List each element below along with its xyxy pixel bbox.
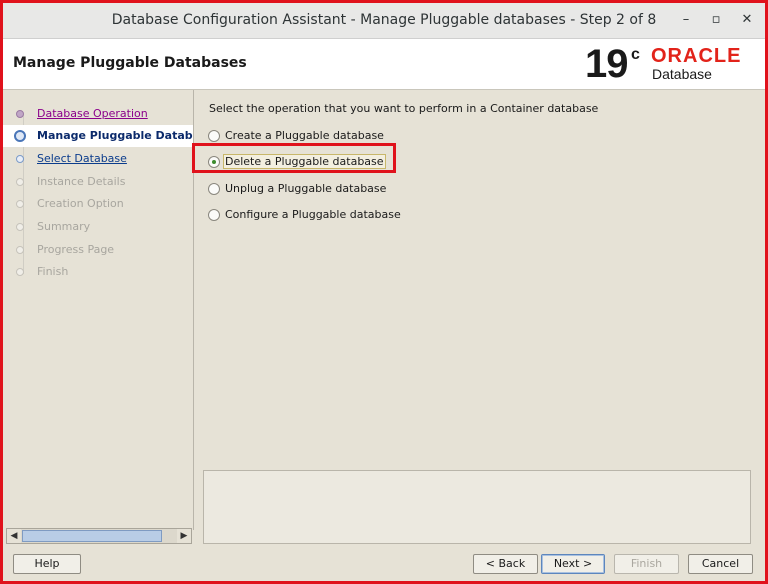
step-disabled-icon — [16, 178, 24, 186]
wizard-steps-nav: Database Operation Manage Pluggable Data… — [3, 90, 194, 530]
oracle-logo-brand: ORACLE — [651, 45, 742, 67]
scroll-right-icon[interactable]: ▶ — [177, 529, 191, 543]
oracle-logo-suffix: c — [631, 46, 640, 63]
step-label: Manage Pluggable Databases — [37, 129, 193, 142]
nav-horizontal-scrollbar[interactable]: ◀ ▶ — [6, 528, 192, 544]
scrollbar-thumb[interactable] — [22, 530, 162, 542]
step-label: Progress Page — [37, 243, 115, 256]
step-disabled-icon — [16, 246, 24, 254]
step-label: Select Database — [37, 152, 127, 165]
help-button[interactable]: Help — [13, 554, 81, 574]
step-select-database[interactable]: Select Database — [3, 148, 193, 170]
radio-button[interactable] — [208, 209, 220, 221]
minimize-icon[interactable]: – — [675, 9, 697, 31]
step-summary: Summary — [3, 216, 193, 238]
option-label: Unplug a Pluggable database — [225, 182, 387, 195]
message-area — [203, 470, 751, 544]
step-label: Finish — [37, 265, 69, 278]
maximize-icon[interactable]: ▫ — [705, 9, 727, 31]
window-title: Database Configuration Assistant - Manag… — [111, 12, 657, 28]
close-icon[interactable]: ✕ — [736, 9, 758, 31]
option-label: Create a Pluggable database — [225, 129, 384, 142]
title-bar: Database Configuration Assistant - Manag… — [3, 3, 765, 39]
step-done-icon — [16, 110, 24, 118]
option-label: Configure a Pluggable database — [225, 208, 401, 221]
step-progress-page: Progress Page — [3, 239, 193, 261]
step-label: Database Operation — [37, 107, 148, 120]
step-finish: Finish — [3, 261, 193, 283]
scroll-left-icon[interactable]: ◀ — [7, 529, 21, 543]
cancel-button[interactable]: Cancel — [688, 554, 753, 574]
step-database-operation[interactable]: Database Operation — [3, 103, 193, 125]
back-button[interactable]: < Back — [473, 554, 538, 574]
step-manage-pluggable-databases[interactable]: Manage Pluggable Databases — [3, 125, 193, 147]
next-button[interactable]: Next > — [541, 554, 605, 574]
finish-button: Finish — [614, 554, 679, 574]
radio-button[interactable] — [208, 130, 220, 142]
page-header: Manage Pluggable Databases 19 c ORACLE D… — [3, 39, 765, 90]
operation-prompt: Select the operation that you want to pe… — [209, 102, 599, 115]
step-label: Creation Option — [37, 197, 124, 210]
step-creation-option: Creation Option — [3, 193, 193, 215]
step-label: Instance Details — [37, 175, 126, 188]
highlight-box — [192, 143, 396, 173]
page-title: Manage Pluggable Databases — [13, 55, 247, 71]
step-disabled-icon — [16, 268, 24, 276]
oracle-logo-version: 19 — [585, 42, 628, 86]
oracle-logo-product: Database — [652, 66, 712, 82]
step-disabled-icon — [16, 200, 24, 208]
step-instance-details: Instance Details — [3, 171, 193, 193]
step-current-icon — [14, 130, 26, 142]
radio-button[interactable] — [208, 183, 220, 195]
step-label: Summary — [37, 220, 91, 233]
step-pending-icon — [16, 155, 24, 163]
step-disabled-icon — [16, 223, 24, 231]
